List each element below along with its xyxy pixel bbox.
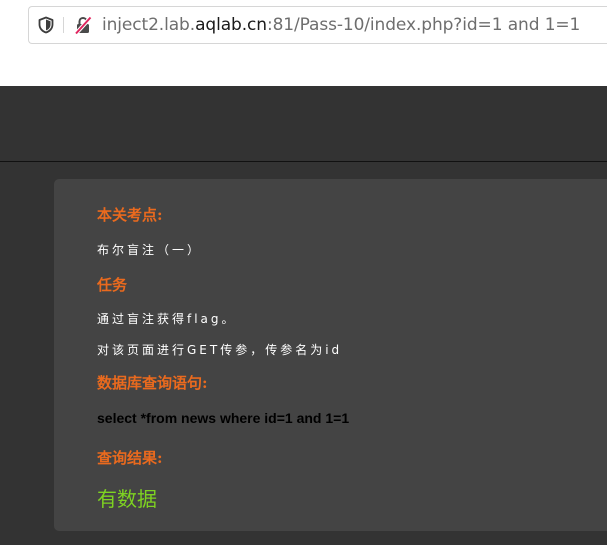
task-line-1: 通过盲注获得flag。 — [97, 312, 237, 326]
query-heading: 数据库查询语句: — [97, 374, 208, 392]
query-text: select *from news where id=1 and 1=1 — [97, 410, 350, 426]
url-host-prefix: inject2.lab. — [102, 15, 196, 35]
page-header-band — [0, 86, 607, 162]
test-point-text: 布尔盲注（一） — [97, 243, 203, 257]
result-heading: 查询结果: — [97, 449, 163, 467]
content-panel: 本关考点: 布尔盲注（一） 任务 通过盲注获得flag。 对该页面进行GET传参… — [54, 179, 607, 531]
result-text: 有数据 — [97, 487, 157, 511]
task-line-2: 对该页面进行GET传参，传参名为id — [97, 343, 343, 357]
insecure-lock-icon[interactable] — [73, 15, 93, 35]
url-text[interactable]: inject2.lab.aqlab.cn:81/Pass-10/index.ph… — [102, 13, 580, 37]
url-path: :81/Pass-10/index.php?id=1 and 1=1 — [266, 15, 581, 35]
address-bar[interactable]: inject2.lab.aqlab.cn:81/Pass-10/index.ph… — [28, 6, 607, 44]
address-bar-separator — [63, 17, 64, 33]
test-point-heading: 本关考点: — [97, 206, 163, 224]
browser-toolbar: inject2.lab.aqlab.cn:81/Pass-10/index.ph… — [0, 0, 607, 86]
task-heading: 任务 — [97, 276, 128, 294]
url-host: aqlab.cn — [195, 15, 267, 35]
shield-icon[interactable] — [37, 16, 55, 34]
